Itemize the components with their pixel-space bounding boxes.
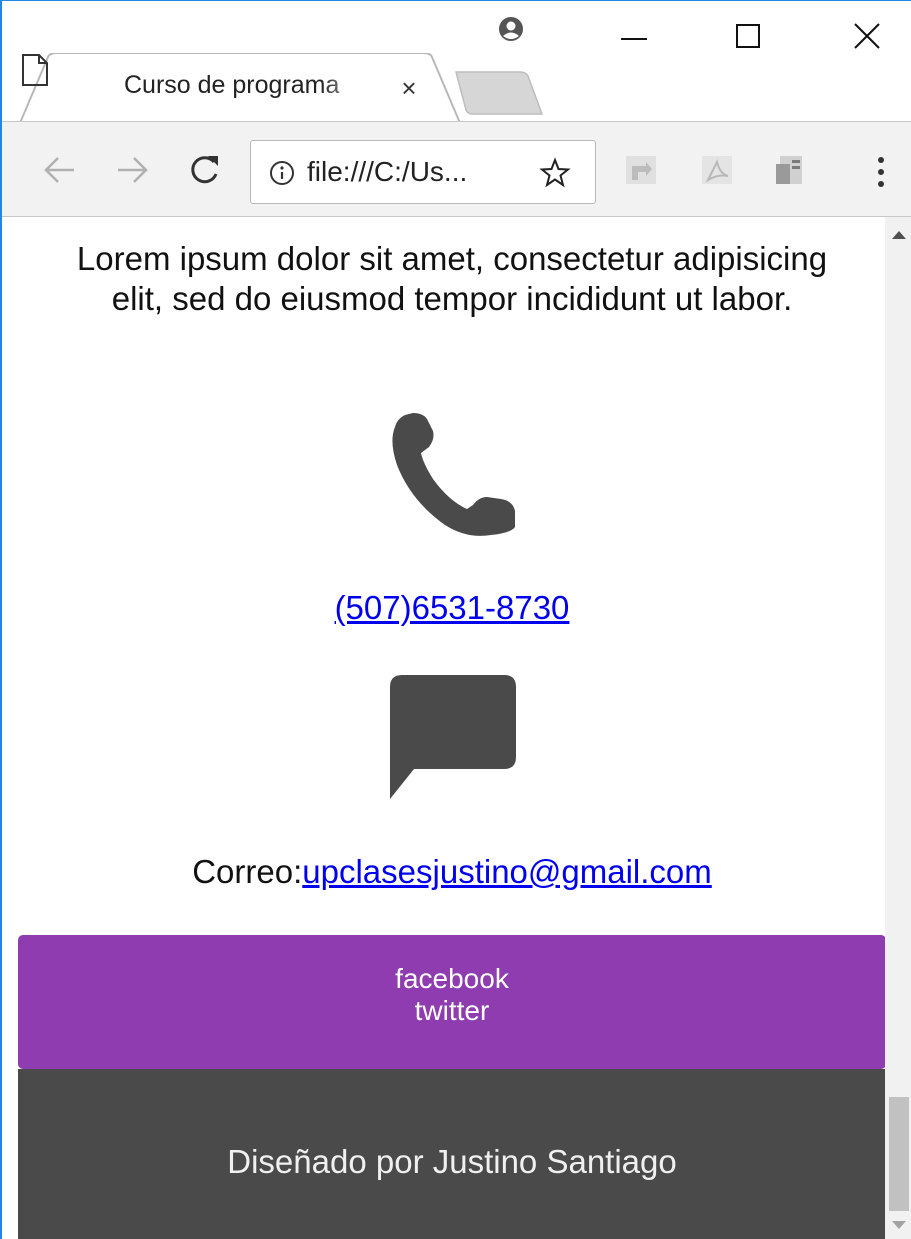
page-footer: Diseñado por Justino Santiago <box>18 1069 885 1239</box>
email-label: Correo: <box>192 853 303 890</box>
footer-credit: Diseñado por Justino Santiago <box>227 1143 677 1180</box>
reload-icon[interactable] <box>184 150 224 190</box>
back-arrow-icon[interactable] <box>40 150 80 190</box>
phone-icon <box>392 413 515 536</box>
new-tab-button[interactable] <box>454 68 546 118</box>
browser-tab[interactable]: Curso de programa × <box>20 53 460 123</box>
scroll-thumb[interactable] <box>889 1097 909 1211</box>
url-text: file:///C:/Us... <box>307 156 468 187</box>
scroll-up-arrow-icon[interactable] <box>892 231 906 239</box>
title-bar: Curso de programa × <box>2 1 911 123</box>
profile-icon[interactable] <box>498 16 524 42</box>
info-icon[interactable] <box>269 160 295 186</box>
facebook-link[interactable]: facebook <box>18 963 885 995</box>
chat-icon <box>390 675 516 799</box>
intro-paragraph: Lorem ipsum dolor sit amet, consectetur … <box>76 240 828 317</box>
email-link[interactable]: upclasesjustino@gmail.com <box>302 853 712 890</box>
social-links-section: facebook twitter <box>18 935 885 1069</box>
minimize-icon[interactable] <box>617 19 651 53</box>
address-bar[interactable]: file:///C:/Us... <box>250 140 596 204</box>
maximize-icon[interactable] <box>732 19 766 53</box>
browser-toolbar: file:///C:/Us... <box>2 121 911 217</box>
scroll-down-arrow-icon[interactable] <box>892 1221 906 1229</box>
tab-close-button[interactable]: × <box>394 73 424 103</box>
extension-pdf-icon[interactable] <box>700 152 734 188</box>
document-icon <box>22 54 48 86</box>
forward-arrow-icon[interactable] <box>112 150 152 190</box>
vertical-scrollbar[interactable] <box>885 217 911 1239</box>
twitter-link[interactable]: twitter <box>18 995 885 1027</box>
bookmark-star-icon[interactable] <box>539 157 571 189</box>
extension-reader-icon[interactable] <box>774 152 808 188</box>
tab-title-fade <box>320 67 380 107</box>
email-line: Correo:upclasesjustino@gmail.com <box>2 853 885 891</box>
window-close-icon[interactable] <box>850 19 884 53</box>
browser-window: Curso de programa × file:///C:/Us... Lor… <box>0 0 911 1239</box>
extension-cast-icon[interactable] <box>624 152 658 188</box>
phone-link[interactable]: (507)6531-8730 <box>2 589 885 627</box>
page-viewport: Lorem ipsum dolor sit amet, consectetur … <box>2 217 885 1239</box>
menu-dots-icon[interactable] <box>868 152 894 192</box>
